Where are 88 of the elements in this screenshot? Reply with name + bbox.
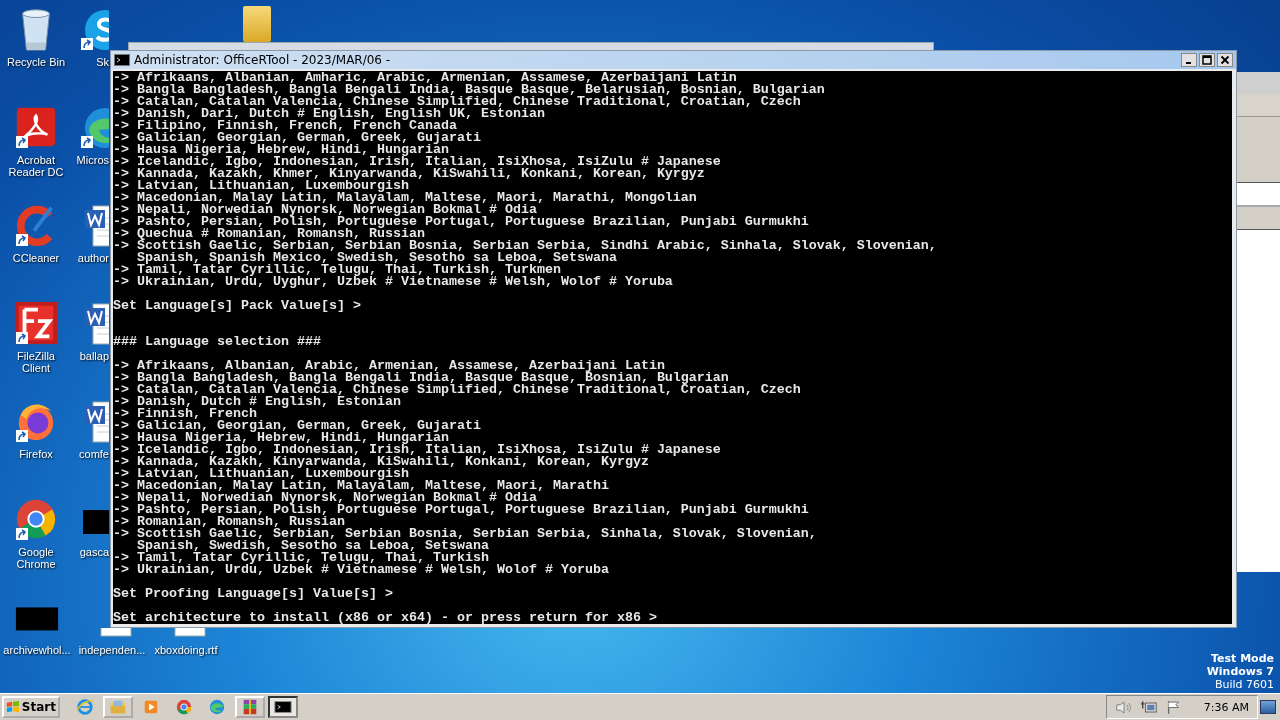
desktop-icon-label[interactable]: Recycle Bin xyxy=(6,56,66,68)
start-logo-icon xyxy=(6,699,20,715)
console-line: -> Latvian, Lithuanian, Luxembourgish xyxy=(113,468,409,480)
shortcut-arrow-icon xyxy=(16,136,28,148)
console-line: -> Kannada, Kazakh, Kinyarwanda, KiSwahili, Konkani, Korean, Kyrgyz xyxy=(113,456,650,468)
taskbar-console-button[interactable] xyxy=(268,696,298,718)
console-line: -> Icelandic, Igbo, Indonesian, Irish, Italian, IsiXhosa, IsiZulu # Japanese xyxy=(113,156,722,168)
filezilla-icon[interactable] xyxy=(13,300,59,346)
console-line: Set Language[s] Pack Value[s] > xyxy=(113,300,362,312)
console-line: -> Hausa Nigeria, Hebrew, Hindi, Hungarian xyxy=(113,144,449,156)
console-line: -> Tamil, Tatar Cyrillic, Telugu, Thai, Turkish xyxy=(113,552,490,564)
shortcut-arrow-icon xyxy=(81,38,93,50)
close-button[interactable] xyxy=(1217,53,1233,67)
minimize-icon xyxy=(1185,62,1191,64)
console-line: -> Nepali, Norwedian Nynorsk, Norwegian Bokmal # Odia xyxy=(113,492,537,504)
desktop-icon-label[interactable]: Google Chrome xyxy=(4,546,68,570)
chrome-icon xyxy=(175,698,193,716)
window-title: Administrator: OfficeRTool - 2023/MAR/06 - xyxy=(134,53,391,67)
desktop-icon-label[interactable]: gasca xyxy=(79,546,109,558)
console-line: Spanish, Swedish, Sesotho sa Leboa, Setswana xyxy=(136,540,490,552)
desktop-icon-label[interactable]: xboxdoing.rtf xyxy=(154,644,218,656)
console-line: -> Scottish Gaelic, Serbian, Serbian Bosnia, Serbian Serbia, Sinhala, Slovak, Slovenian, xyxy=(113,528,818,540)
console-line: -> Kannada, Kazakh, Khmer, Kinyarwanda, KiSwahili, Konkani, Korean, Kyrgyz xyxy=(113,168,705,180)
desktop-icon-label[interactable]: CCleaner xyxy=(12,252,60,264)
network-icon[interactable] xyxy=(1139,699,1158,715)
shortcut-arrow-icon xyxy=(16,234,28,246)
maximize-button[interactable] xyxy=(1199,53,1215,67)
console-line: -> Catalan, Catalan Valencia, Chinese Simplified, Chinese Traditional, Croatian, Czech xyxy=(113,96,801,108)
console-line: -> Afrikaans, Albanian, Amharic, Arabic, Armenian, Assamese, Azerbaijani Latin xyxy=(113,72,737,84)
minimize-button[interactable] xyxy=(1181,53,1197,67)
console-line: -> Danish, Dari, Dutch # English, English UK, Estonian xyxy=(113,108,546,120)
console-line: -> Pashto, Persian, Polish, Portuguese Portugal, Portuguese Brazilian, Punjabi Gurmukhi xyxy=(113,504,810,516)
clock[interactable]: 7:36 AM xyxy=(1203,700,1249,714)
desktop-icon-label[interactable]: FileZilla Client xyxy=(4,350,68,374)
desktop-icon-label[interactable]: Micros xyxy=(76,154,109,166)
console-line: -> Nepali, Norwedian Nynorsk, Norwegian Bokmal # Odia xyxy=(113,204,537,216)
desktop-icon-label[interactable]: Acrobat Reader DC xyxy=(4,154,68,178)
console-line: -> Finnish, French xyxy=(113,408,257,420)
books-icon xyxy=(241,698,259,716)
desktop-icon-label[interactable]: ballap xyxy=(79,350,109,362)
console-line: -> Bangla Bangladesh, Bangla Bengali India, Basque Basque, Bosnian, Bulgarian xyxy=(113,372,729,384)
play-icon xyxy=(142,698,160,716)
system-notice-text: Windows 7 xyxy=(1206,665,1274,678)
desktop-icon-label[interactable]: archivewhol... xyxy=(3,644,71,656)
console-line: ### Language selection ### xyxy=(113,336,322,348)
system-notice-text: Test Mode xyxy=(1211,652,1274,665)
console-line: -> Catalan, Catalan Valencia, Chinese Simplified, Chinese Traditional, Croatian, Czech xyxy=(113,384,802,396)
console-line: -> Scottish Gaelic, Serbian, Serbian Bosnia, Serbian Serbia, Sindhi Arabic, Sinhala, Slovak, Slovenian, xyxy=(113,240,938,252)
show-desktop-button[interactable] xyxy=(1260,700,1276,714)
console-line: Set Proofing Language[s] Value[s] > xyxy=(113,588,394,600)
folder-icon xyxy=(109,698,127,716)
shortcut-arrow-icon xyxy=(81,136,93,148)
shortcut-arrow-icon xyxy=(16,430,28,442)
console-line: Set architecture to install (x86 or x64) - or press return for x86 > xyxy=(113,612,658,624)
console-line: -> Ukrainian, Urdu, Uyghur, Uzbek # Vietnamese # Welsh, Wolof # Yoruba xyxy=(113,276,674,288)
console-line: -> Filipino, Finnish, French, French Canada xyxy=(113,120,457,132)
shortcut-arrow-icon xyxy=(16,528,28,540)
start-button[interactable]: Start xyxy=(2,696,60,718)
console-line: -> Hausa Nigeria, Hebrew, Hindi, Hungarian xyxy=(113,432,449,444)
console-line: -> Afrikaans, Albanian, Arabic, Armenian, Assamese, Azerbaijani Latin xyxy=(113,360,665,372)
maximize-icon xyxy=(1202,55,1212,65)
console-line: -> Ukrainian, Urdu, Uzbek # Vietnamese # Welsh, Wolof # Yoruba xyxy=(113,564,610,576)
console-line: -> Pashto, Persian, Polish, Portuguese Portugal, Portuguese Brazilian, Punjabi Gurmukhi xyxy=(113,216,810,228)
desktop-icon-label[interactable]: author xyxy=(77,252,109,264)
console-line: -> Macedonian, Malay Latin, Malayalam, Maltese, Maori, Marathi, Mongolian xyxy=(113,192,698,204)
console-line: -> Danish, Dutch # English, Estonian xyxy=(113,396,402,408)
console-line: -> Quechua # Romanian, Romansh, Russian xyxy=(113,228,425,240)
desktop-icon-label[interactable]: Firefox xyxy=(19,448,53,460)
console-line: -> Icelandic, Igbo, Indonesian, Irish, Italian, IsiXhosa, IsiZulu # Japanese xyxy=(113,444,722,456)
close-icon xyxy=(1220,55,1230,65)
console-line: -> Bangla Bangladesh, Bangla Bengali India, Basque Basque, Belarusian, Bosnian, Bulgarian xyxy=(113,84,826,96)
system-notice-text: Build 7601 xyxy=(1214,678,1274,691)
terminal-icon xyxy=(274,698,292,716)
console-icon xyxy=(114,54,130,66)
console-line: -> Macedonian, Malay Latin, Malayalam, Maltese, Maori, Marathi xyxy=(113,480,610,492)
shortcut-arrow-icon xyxy=(16,332,28,344)
desktop-icon-label[interactable]: independen... xyxy=(78,644,146,656)
console-line: -> Galician, Georgian, German, Greek, Gujarati xyxy=(113,420,482,432)
console-line: -> Latvian, Lithuanian, Luxembourgish xyxy=(113,180,409,192)
console-line: -> Galician, Georgian, German, Greek, Gujarati xyxy=(113,132,482,144)
console-line: -> Romanian, Romansh, Russian xyxy=(113,516,345,528)
desktop-icon-label[interactable]: Sk xyxy=(96,56,109,68)
desktop-icon-label[interactable]: comfe xyxy=(79,448,109,460)
globe-icon xyxy=(76,698,94,716)
console-line: -> Tamil, Tatar Cyrillic, Telugu, Thai, Turkish, Turkmen xyxy=(113,264,561,276)
console-line: Spanish, Spanish Mexico, Swedish, Sesotho sa Leboa, Setswana xyxy=(136,252,618,264)
edge-icon xyxy=(208,698,226,716)
taskbar-archive-button[interactable] xyxy=(235,696,265,718)
